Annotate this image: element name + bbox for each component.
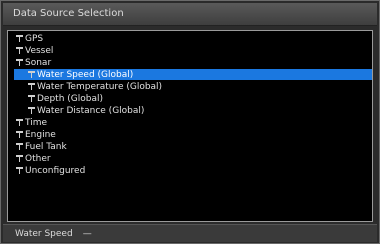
tree-item-time[interactable]: Time — [10, 117, 47, 128]
window-title: Data Source Selection — [13, 8, 124, 19]
tree-item-other[interactable]: Other — [10, 153, 51, 164]
tree-node-icon — [16, 131, 23, 138]
data-source-selection-window: Data Source Selection GPS Vessel Sonar W… — [0, 0, 380, 244]
tree-item-label: Engine — [25, 129, 56, 140]
tree-node-icon — [16, 119, 23, 126]
selected-source-value: — — [82, 228, 92, 239]
selected-source-label: Water Speed — [15, 228, 73, 239]
tree-item-water-distance[interactable]: Water Distance (Global) — [10, 105, 144, 116]
source-tree: GPS Vessel Sonar Water Speed (Global) Wa… — [7, 30, 373, 222]
tree-item-label: Water Distance (Global) — [37, 105, 145, 116]
tree-item-vessel[interactable]: Vessel — [10, 45, 53, 56]
tree-item-label: Other — [25, 153, 51, 164]
tree-item-label: Time — [25, 117, 48, 128]
tree-node-icon — [16, 59, 23, 66]
title-bar: Data Source Selection — [3, 3, 377, 26]
tree-item-label: Water Speed (Global) — [37, 69, 134, 80]
tree-item-label: Water Temperature (Global) — [37, 81, 163, 92]
tree-node-icon — [28, 71, 35, 78]
tree-item-label: GPS — [25, 33, 44, 44]
tree-item-fuel-tank[interactable]: Fuel Tank — [10, 141, 67, 152]
tree-node-icon — [16, 155, 23, 162]
tree-item-label: Depth (Global) — [37, 93, 104, 104]
tree-item-label: Vessel — [25, 45, 54, 56]
tree-item-water-temperature[interactable]: Water Temperature (Global) — [10, 81, 162, 92]
tree-node-icon — [28, 95, 35, 102]
tree-node-icon — [28, 83, 35, 90]
tree-node-icon — [16, 35, 23, 42]
tree-item-water-speed[interactable]: Water Speed (Global) — [14, 69, 372, 80]
tree-item-label: Unconfigured — [25, 165, 86, 176]
tree-item-unconfigured[interactable]: Unconfigured — [10, 165, 85, 176]
tree-item-label: Fuel Tank — [25, 141, 67, 152]
tree-item-depth[interactable]: Depth (Global) — [10, 93, 103, 104]
tree-node-icon — [16, 167, 23, 174]
tree-node-icon — [28, 107, 35, 114]
tree-item-gps[interactable]: GPS — [10, 33, 43, 44]
status-bar: Water Speed — — [3, 224, 377, 242]
tree-item-label: Sonar — [25, 57, 52, 68]
tree-item-sonar[interactable]: Sonar — [10, 57, 51, 68]
tree-item-engine[interactable]: Engine — [10, 129, 56, 140]
tree-node-icon — [16, 143, 23, 150]
tree-node-icon — [16, 47, 23, 54]
